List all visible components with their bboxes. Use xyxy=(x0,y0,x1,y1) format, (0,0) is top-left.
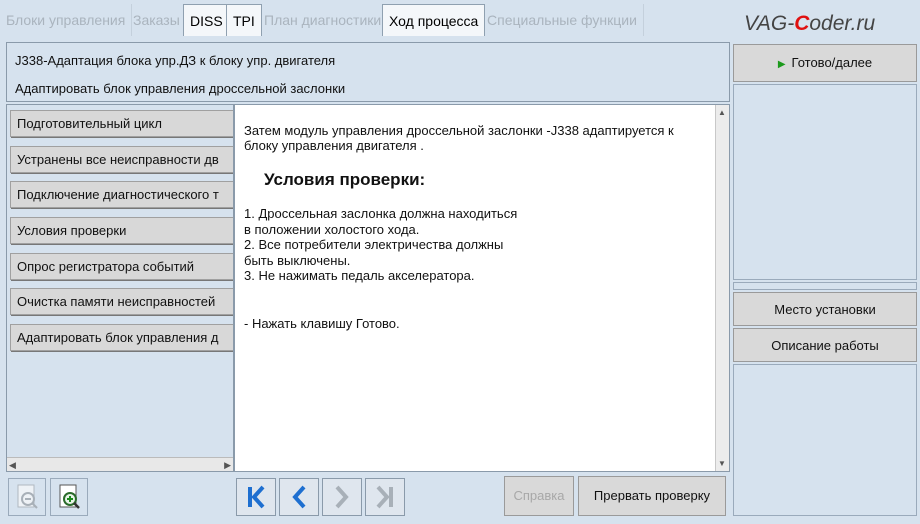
zoom-in-button[interactable] xyxy=(50,478,88,516)
scroll-right-icon[interactable]: ▶ xyxy=(224,460,231,471)
tab-diagnostic-plan[interactable]: План диагностики xyxy=(258,4,389,36)
step-item[interactable]: Подготовительный цикл xyxy=(10,110,233,137)
installation-location-button[interactable]: Место установки xyxy=(733,292,917,326)
procedure-subtitle: Адаптировать блок управления дроссельной… xyxy=(15,81,346,96)
skip-back-icon xyxy=(248,485,265,509)
instruction-panel: Затем модуль управления дроссельной засл… xyxy=(234,104,730,472)
scroll-up-icon[interactable]: ▲ xyxy=(718,108,726,117)
scroll-left-icon[interactable]: ◀ xyxy=(9,460,16,471)
tab-special-functions[interactable]: Специальные функции xyxy=(481,4,644,36)
zoom-out-icon xyxy=(17,484,38,509)
step-item[interactable]: Очистка памяти неисправностей xyxy=(10,288,233,315)
procedure-title: J338-Адаптация блока упр.ДЗ к блоку упр.… xyxy=(15,53,336,68)
zoom-in-icon xyxy=(59,484,80,509)
steps-list: Подготовительный цикл Устранены все неис… xyxy=(6,104,234,472)
work-description-button[interactable]: Описание работы xyxy=(733,328,917,362)
abort-test-button[interactable]: Прервать проверку xyxy=(578,476,726,516)
help-button[interactable]: Справка xyxy=(504,476,574,516)
right-lower-panel xyxy=(733,364,917,516)
watermark-logo: VAG-Coder.ru xyxy=(744,12,876,35)
procedure-header: J338-Адаптация блока упр.ДЗ к блоку упр.… xyxy=(6,42,730,102)
zoom-out-button[interactable] xyxy=(8,478,46,516)
tab-bar: Блоки управления Заказы DISS TPI План ди… xyxy=(0,0,920,40)
tab-process[interactable]: Ход процесса xyxy=(382,4,486,36)
next-step-button[interactable] xyxy=(322,478,362,516)
tab-control-units[interactable]: Блоки управления xyxy=(0,4,133,36)
steps-horizontal-scrollbar[interactable]: ◀ ▶ xyxy=(7,457,233,471)
previous-step-button[interactable] xyxy=(279,478,319,516)
play-icon: ▶ xyxy=(777,59,786,70)
right-divider xyxy=(733,282,917,290)
content-vertical-scrollbar[interactable]: ▲ ▼ xyxy=(715,105,729,471)
right-info-panel xyxy=(733,84,917,280)
tab-tpi[interactable]: TPI xyxy=(226,4,262,36)
step-item[interactable]: Опрос регистратора событий xyxy=(10,253,233,280)
tab-orders[interactable]: Заказы xyxy=(127,4,187,36)
last-step-button[interactable] xyxy=(365,478,405,516)
step-item[interactable]: Условия проверки xyxy=(10,217,233,244)
chevron-left-icon xyxy=(292,485,306,509)
first-step-button[interactable] xyxy=(236,478,276,516)
step-item[interactable]: Адаптировать блок управления д xyxy=(10,324,233,351)
instruction-note: - Нажать клавишу Готово. xyxy=(244,316,400,331)
tab-diss[interactable]: DISS xyxy=(183,4,230,36)
step-item[interactable]: Устранены все неисправности дв xyxy=(10,146,233,173)
next-button[interactable]: ▶ Готово/далее xyxy=(733,44,917,82)
skip-forward-icon xyxy=(376,485,393,509)
chevron-right-icon xyxy=(335,485,349,509)
scroll-down-icon[interactable]: ▼ xyxy=(718,459,726,468)
instruction-intro: Затем модуль управления дроссельной засл… xyxy=(244,123,674,153)
step-item[interactable]: Подключение диагностического т xyxy=(10,181,233,208)
conditions-heading: Условия проверки: xyxy=(264,170,426,189)
conditions-list: 1. Дроссельная заслонка должна находитьс… xyxy=(244,206,518,283)
